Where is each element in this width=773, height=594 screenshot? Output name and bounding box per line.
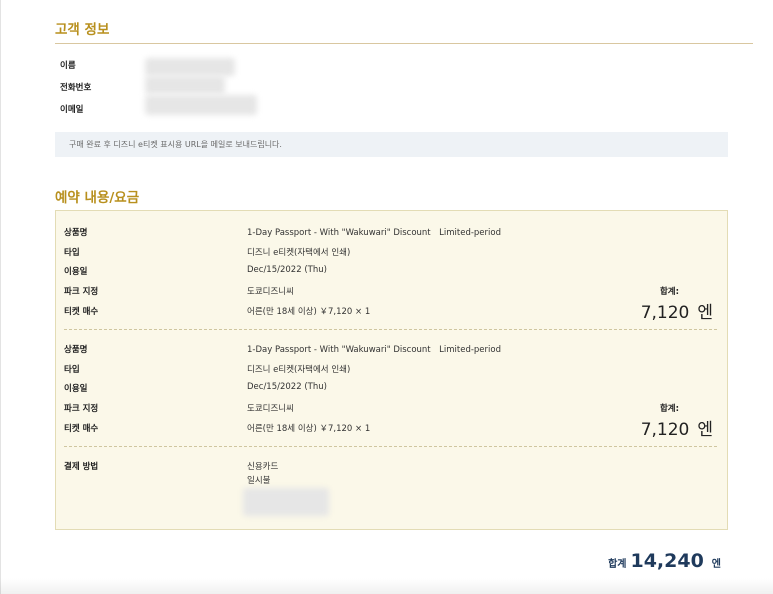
phone-label: 전화번호 xyxy=(60,83,92,93)
name-label: 이름 xyxy=(60,61,76,71)
booking-details-box: 상품명 1-Day Passport - With "Wakuwari" Dis… xyxy=(55,210,728,530)
product-label: 상품명 xyxy=(64,228,88,238)
card-info-redacted xyxy=(243,488,329,516)
email-value-redacted xyxy=(145,95,257,115)
subtotal-amount: 7,120 엔 xyxy=(641,298,713,323)
type-label: 타입 xyxy=(64,365,80,375)
park-label: 파크 지정 xyxy=(64,287,99,297)
payment-installment: 일시불 xyxy=(247,476,271,486)
park-value: 도쿄디즈니씨 xyxy=(247,404,294,414)
date-value: Dec/15/2022 (Thu) xyxy=(247,265,327,275)
product-label: 상품명 xyxy=(64,345,88,355)
subtotal-label: 합계: xyxy=(659,287,679,297)
payment-method: 신용카드 xyxy=(247,462,279,472)
phone-value-redacted xyxy=(145,76,225,94)
subtotal-amount: 7,120 엔 xyxy=(641,415,713,440)
park-value: 도쿄디즈니씨 xyxy=(247,287,294,297)
payment-label: 결제 방법 xyxy=(64,462,99,472)
bottom-shadow xyxy=(0,578,773,594)
grand-total-unit: 엔 xyxy=(711,559,721,570)
tickets-label: 티켓 매수 xyxy=(64,307,99,317)
booking-title: 예약 내용/요금 xyxy=(55,190,140,206)
subtotal-unit: 엔 xyxy=(697,303,713,323)
type-label: 타입 xyxy=(64,248,80,258)
date-value: Dec/15/2022 (Thu) xyxy=(247,382,327,392)
date-label: 이용일 xyxy=(64,384,88,394)
park-label: 파크 지정 xyxy=(64,404,99,414)
email-notice: 구매 완료 후 디즈니 e티켓 표시용 URL을 메일로 보내드립니다. xyxy=(55,132,728,157)
type-value: 디즈니 e티켓(자택에서 인쇄) xyxy=(247,248,351,258)
product-value: 1-Day Passport - With "Wakuwari" Discoun… xyxy=(247,228,501,238)
grand-total-label: 합계 xyxy=(608,559,627,570)
subtotal-unit: 엔 xyxy=(697,420,713,440)
date-label: 이용일 xyxy=(64,267,88,277)
tickets-value: 어른(만 18세 이상) ￥7,120 × 1 xyxy=(247,307,371,317)
page-left-border xyxy=(0,0,1,594)
tickets-value: 어른(만 18세 이상) ￥7,120 × 1 xyxy=(247,424,371,434)
customer-info-divider xyxy=(55,43,753,44)
name-value-redacted xyxy=(145,58,235,76)
tickets-label: 티켓 매수 xyxy=(64,424,99,434)
grand-total: 합계 14,240 엔 xyxy=(608,550,721,572)
grand-total-amount: 14,240 xyxy=(630,550,704,572)
subtotal-label: 합계: xyxy=(659,404,679,414)
product-value: 1-Day Passport - With "Wakuwari" Discoun… xyxy=(247,345,501,355)
type-value: 디즈니 e티켓(자택에서 인쇄) xyxy=(247,365,351,375)
subtotal-amount-value: 7,120 xyxy=(640,420,690,440)
customer-info-title: 고객 정보 xyxy=(55,22,110,38)
email-label: 이메일 xyxy=(60,105,84,115)
payment-divider xyxy=(64,446,717,447)
subtotal-amount-value: 7,120 xyxy=(640,303,690,323)
item-divider xyxy=(64,329,717,330)
